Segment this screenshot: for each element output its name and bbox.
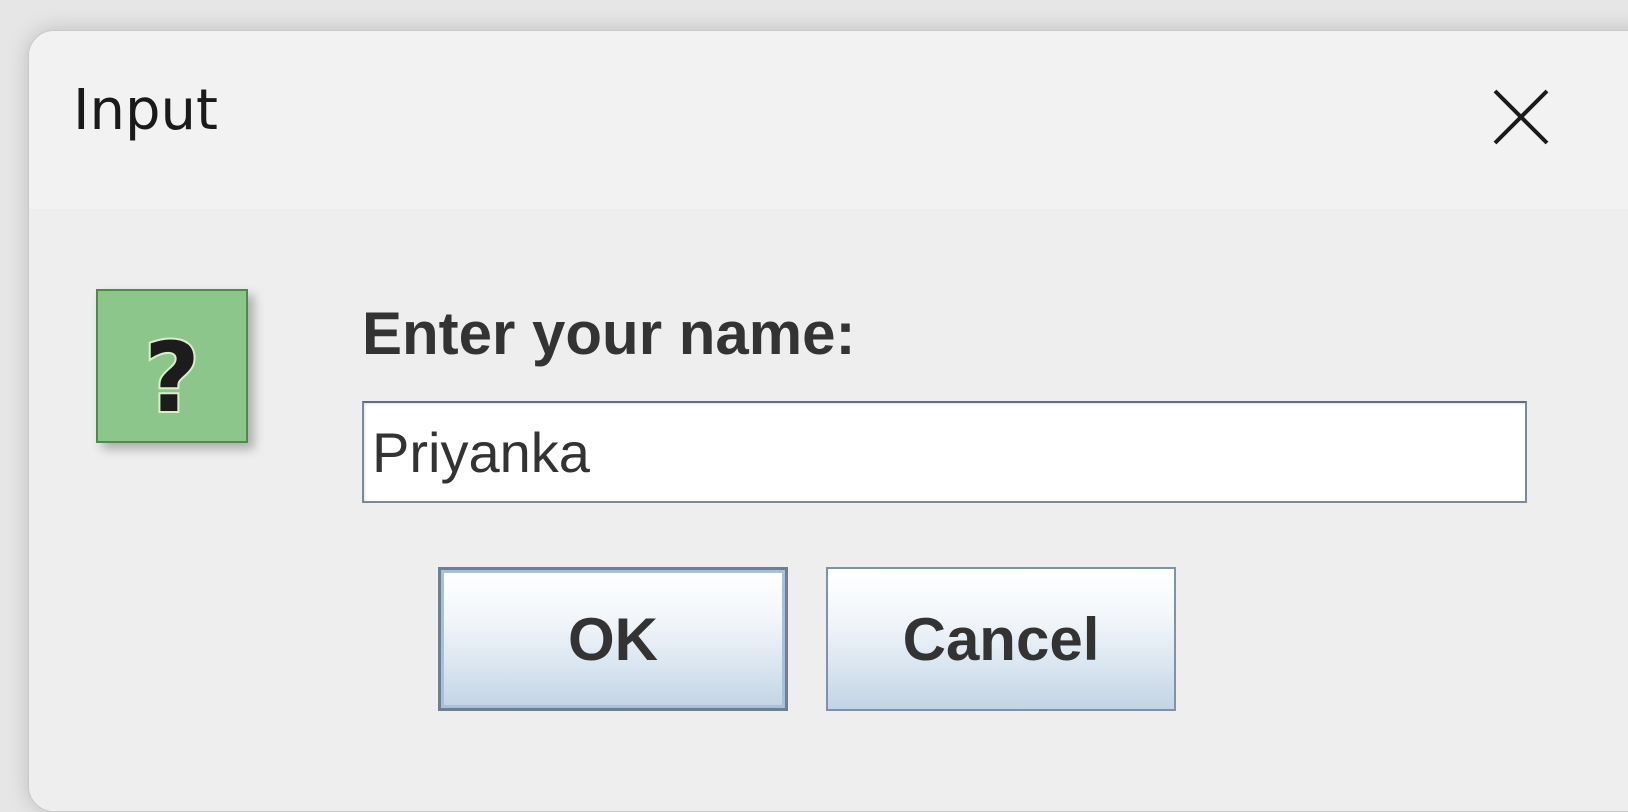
dialog-title: Input: [73, 78, 219, 143]
input-dialog: Input ? Enter your name: OK Cancel: [28, 30, 1628, 812]
ok-button[interactable]: OK: [438, 567, 788, 711]
svg-text:?: ?: [144, 322, 200, 434]
dialog-titlebar: Input: [29, 31, 1628, 209]
cancel-button[interactable]: Cancel: [826, 567, 1176, 711]
question-icon: ?: [96, 289, 248, 443]
close-button[interactable]: [1489, 85, 1553, 149]
close-icon: [1493, 89, 1549, 145]
name-input[interactable]: [362, 401, 1527, 503]
dialog-content: ? Enter your name: OK Cancel: [29, 209, 1628, 811]
prompt-label: Enter your name:: [362, 300, 856, 367]
